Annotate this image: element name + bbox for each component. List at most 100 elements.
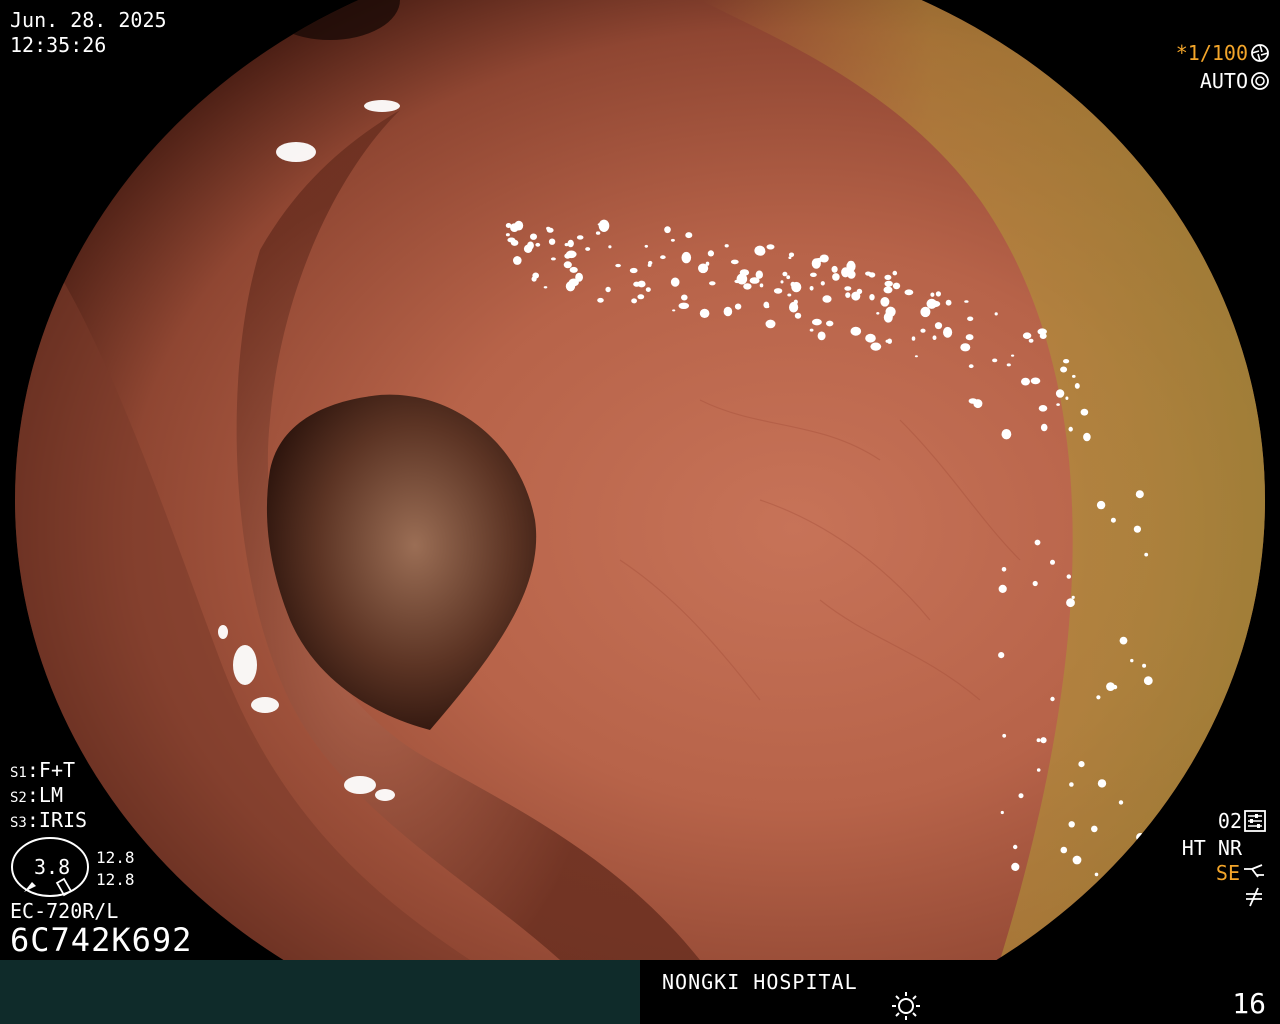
speckle xyxy=(819,254,829,263)
speckle xyxy=(794,312,802,319)
speckle xyxy=(856,288,863,295)
speckle xyxy=(773,288,783,294)
speckle xyxy=(597,223,602,226)
speckle xyxy=(1040,737,1047,744)
speckle xyxy=(935,291,942,297)
speckle xyxy=(782,271,788,277)
speckle xyxy=(546,226,551,231)
setting-value: F+T xyxy=(38,758,76,782)
sun-icon xyxy=(892,992,920,1020)
speckle xyxy=(845,292,851,298)
speckle xyxy=(1072,374,1076,378)
settings-sliders-icon xyxy=(1244,810,1266,832)
speckle xyxy=(681,294,688,301)
speckle xyxy=(709,281,716,286)
speckle xyxy=(1096,695,1101,700)
speckle xyxy=(965,334,974,341)
speckle xyxy=(817,331,826,341)
speckle xyxy=(934,322,943,330)
speckle xyxy=(564,253,571,259)
speckle xyxy=(812,318,822,326)
speckle xyxy=(678,302,690,309)
speckle xyxy=(1036,768,1041,772)
speckle xyxy=(765,319,776,329)
ht-nr-readout: HT NR xyxy=(1182,836,1242,860)
speckle xyxy=(565,281,576,292)
iris-readout: AUTO xyxy=(1200,69,1270,93)
speckle xyxy=(810,272,817,277)
speckle xyxy=(780,280,784,284)
speckle xyxy=(1074,383,1080,389)
speckle xyxy=(1034,539,1041,546)
speckle xyxy=(608,245,612,249)
speckle xyxy=(865,333,876,343)
speckle xyxy=(1071,595,1075,600)
speckle xyxy=(1118,800,1124,805)
speckle xyxy=(755,247,766,256)
gauge-bottom-value: 12.8 xyxy=(96,870,135,889)
setting-value: LM xyxy=(38,783,63,807)
speckle xyxy=(787,293,792,297)
speckle xyxy=(1001,567,1007,572)
speckle xyxy=(1143,676,1153,686)
setting-value: IRIS xyxy=(38,808,88,832)
setting-key: S2 xyxy=(10,790,27,806)
iris-mode: AUTO xyxy=(1199,69,1248,93)
speckle xyxy=(892,282,901,290)
speckle xyxy=(736,273,748,285)
speckle xyxy=(920,306,931,318)
speckle xyxy=(1038,405,1048,412)
se-readout: SE xyxy=(1216,861,1266,885)
endoscopic-image xyxy=(0,0,1280,960)
speckle xyxy=(535,242,541,247)
speckle xyxy=(844,286,852,291)
speckle xyxy=(637,280,646,288)
speckle xyxy=(968,364,974,369)
speckle xyxy=(992,358,998,363)
speckle xyxy=(1040,423,1048,432)
speckle xyxy=(1006,363,1011,367)
speckle xyxy=(1135,490,1144,499)
speckle xyxy=(793,299,798,305)
speckle xyxy=(759,283,764,288)
speckle xyxy=(809,286,814,291)
speckle xyxy=(707,250,715,257)
speckle xyxy=(926,298,937,309)
speckle xyxy=(1021,377,1030,386)
speckle xyxy=(576,235,584,240)
speckle xyxy=(1001,429,1012,440)
speckle xyxy=(1013,844,1018,850)
footer-left-bar xyxy=(0,960,640,1024)
speckle xyxy=(563,261,572,269)
speckle xyxy=(567,239,574,248)
speckle xyxy=(967,316,974,322)
speckle xyxy=(904,289,914,296)
shutter-readout: *1/100 xyxy=(1176,41,1270,65)
speckle xyxy=(645,287,651,292)
speckle xyxy=(1096,500,1106,510)
speckle xyxy=(1068,426,1073,432)
speckle xyxy=(631,298,637,304)
speckle xyxy=(790,281,796,287)
setting-key: S3 xyxy=(10,815,27,831)
speckle xyxy=(1069,782,1074,787)
speckle xyxy=(1097,779,1107,788)
speckle xyxy=(994,312,998,316)
speckle xyxy=(930,292,935,297)
speckle xyxy=(968,398,978,404)
freeze-icon xyxy=(1246,887,1262,907)
speckle xyxy=(850,326,862,336)
speckle xyxy=(513,256,522,265)
setting-s1: S1:F+T xyxy=(10,758,75,785)
speckle xyxy=(543,286,548,289)
speckle xyxy=(945,299,952,306)
speckle xyxy=(670,238,675,242)
speckle xyxy=(1133,525,1141,533)
speckle xyxy=(765,305,770,309)
speckle xyxy=(1011,354,1015,357)
frame-number: 16 xyxy=(1232,987,1266,1020)
speckle xyxy=(1078,761,1085,768)
speckle xyxy=(637,294,645,300)
speckle xyxy=(1050,696,1055,702)
speckle xyxy=(932,335,937,341)
